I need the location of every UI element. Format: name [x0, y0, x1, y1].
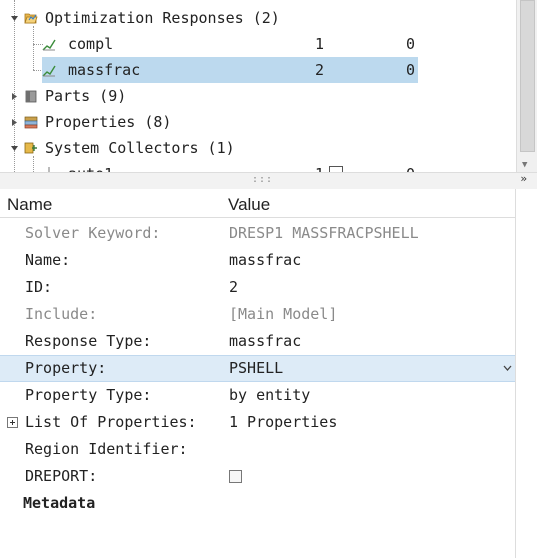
tree-item-label: System Collectors (1) [45, 139, 235, 157]
response-icon [42, 65, 56, 77]
tree-item-massfrac[interactable]: massfrac 2 0 [42, 57, 418, 83]
property-label: Property: [25, 359, 107, 377]
property-value[interactable]: massfrac [229, 328, 301, 355]
property-row-list-of-properties[interactable]: List Of Properties: 1 Properties [0, 409, 516, 436]
scroll-down-icon[interactable]: ▼ [522, 160, 527, 170]
value-column-header[interactable]: Value [228, 195, 270, 215]
tree-item-value-2: 0 [406, 61, 416, 79]
property-label: Property Type: [25, 386, 152, 404]
property-row-property[interactable]: Property: PSHELL [0, 355, 516, 382]
model-tree: Optimization Responses (2) compl 1 0 mas… [0, 0, 537, 172]
tree-item-parts[interactable]: Parts (9) [0, 83, 300, 109]
property-grid-scroll-area[interactable] [515, 189, 537, 558]
tree-guide-line [33, 26, 34, 70]
tree-item-value-2: 0 [406, 35, 416, 53]
property-value: [Main Model] [229, 305, 338, 323]
tree-item-label: auto1 [68, 161, 113, 172]
property-row-include[interactable]: Include: [Main Model] [0, 301, 516, 328]
property-label: Solver Keyword: [25, 224, 161, 242]
properties-icon [24, 116, 38, 129]
property-row-id[interactable]: ID: 2 [0, 274, 516, 301]
property-label: Region Identifier: [25, 440, 188, 458]
property-label: DREPORT: [25, 467, 98, 485]
tree-item-label: compl [68, 35, 114, 53]
property-value[interactable]: massfrac [229, 247, 301, 274]
tree-item-system-collectors[interactable]: System Collectors (1) [0, 135, 300, 161]
tree-item-value-1: 2 [315, 61, 325, 79]
tree-item-label: Optimization Responses (2) [45, 9, 280, 27]
property-row-response-type[interactable]: Response Type: massfrac [0, 328, 516, 355]
tree-scrollbar-thumb[interactable] [520, 0, 535, 152]
property-value[interactable]: 2 [229, 274, 238, 301]
property-row-property-type[interactable]: Property Type: by entity [0, 382, 516, 409]
dreport-checkbox[interactable] [229, 470, 242, 483]
response-icon [42, 39, 56, 51]
splitter-grip-icon[interactable]: ::: [252, 174, 273, 185]
panel-splitter[interactable]: ::: » [0, 172, 537, 190]
property-label: List Of Properties: [25, 413, 197, 431]
property-dropdown-value[interactable]: PSHELL [229, 356, 283, 381]
property-group-metadata[interactable]: Metadata [0, 490, 516, 517]
tree-item-auto1[interactable]: auto1 1 0 [42, 161, 418, 172]
tree-item-value-2: 0 [406, 161, 415, 172]
expand-plus-icon[interactable] [7, 417, 18, 428]
property-row-name[interactable]: Name: massfrac [0, 247, 516, 274]
property-row-solver-keyword[interactable]: Solver Keyword: DRESP1 MASSFRACPSHELL [0, 220, 516, 247]
chevron-down-icon[interactable] [503, 365, 512, 372]
tree-scrollbar[interactable]: ▼ [516, 0, 537, 172]
tree-item-label: massfrac [68, 61, 141, 79]
property-grid-header: Name Value [0, 189, 516, 218]
property-label: Name: [25, 251, 71, 269]
tree-item-label: Parts (9) [45, 87, 127, 105]
property-grid: Name Value Solver Keyword: DRESP1 MASSFR… [0, 189, 516, 558]
folder-open-icon [24, 13, 38, 24]
property-value[interactable]: 1 Properties [229, 409, 337, 436]
property-label: Include: [25, 305, 98, 323]
collapse-panel-icon[interactable]: » [520, 172, 527, 185]
tree-item-value-1: 1 [315, 161, 324, 172]
collapsed-arrow-icon[interactable] [11, 93, 18, 100]
parts-icon [25, 90, 37, 103]
collapsed-arrow-icon[interactable] [11, 119, 18, 126]
tree-item-label: Properties (8) [45, 113, 172, 131]
group-label: Metadata [23, 494, 96, 512]
expanded-arrow-icon[interactable] [11, 145, 18, 152]
property-label: Response Type: [25, 332, 152, 350]
property-label: ID: [25, 278, 53, 296]
property-row-dreport[interactable]: DREPORT: [0, 463, 516, 490]
property-value[interactable]: by entity [229, 382, 310, 409]
tree-item-compl[interactable]: compl 1 0 [42, 31, 418, 57]
tree-item-optimization-responses[interactable]: Optimization Responses (2) [0, 5, 300, 31]
axis-icon [48, 167, 50, 172]
name-column-header[interactable]: Name [7, 195, 52, 215]
tree-item-value-1: 1 [315, 35, 325, 53]
property-value: DRESP1 MASSFRACPSHELL [229, 224, 419, 242]
expanded-arrow-icon[interactable] [11, 15, 18, 22]
system-collector-icon [24, 142, 37, 154]
property-row-region-identifier[interactable]: Region Identifier: [0, 436, 516, 463]
tree-item-properties[interactable]: Properties (8) [0, 109, 300, 135]
